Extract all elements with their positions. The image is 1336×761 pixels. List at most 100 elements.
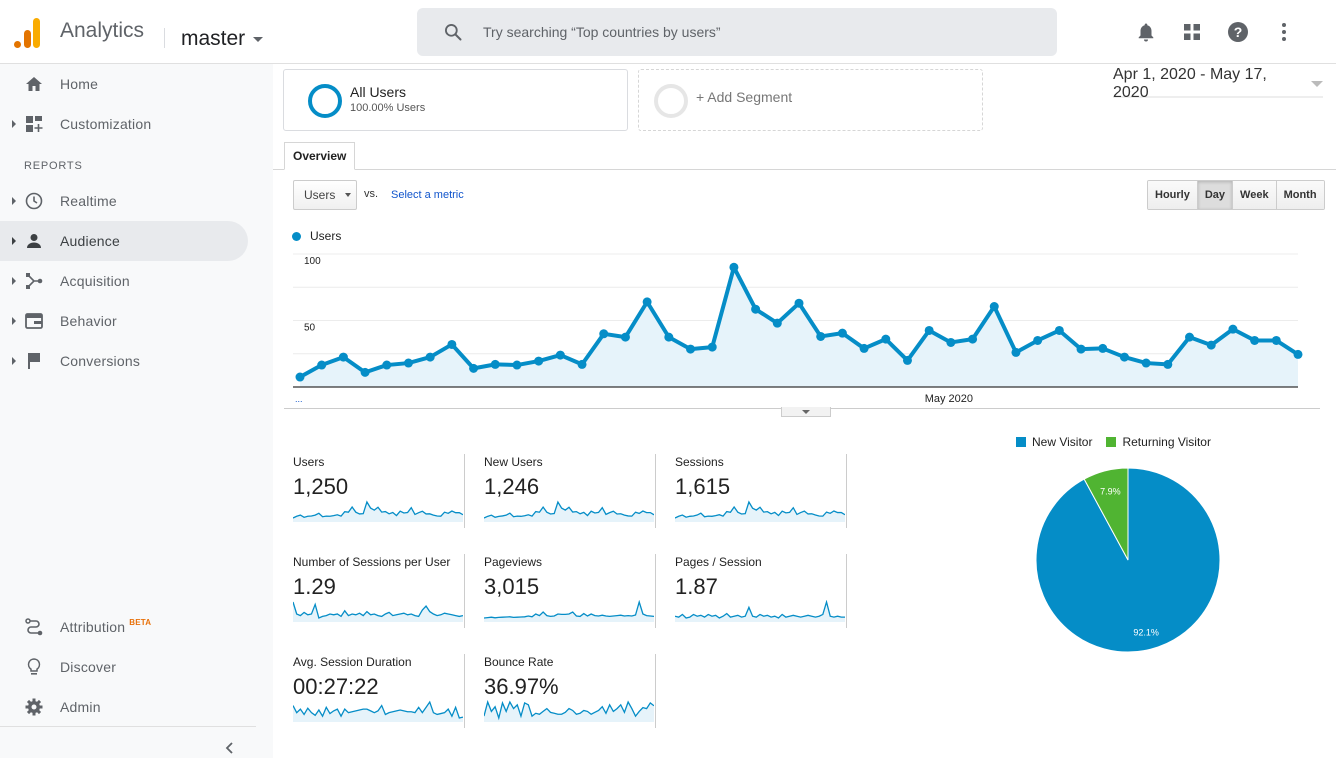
data-point[interactable] bbox=[1271, 335, 1281, 345]
metric-card[interactable]: Bounce Rate 36.97% bbox=[476, 650, 656, 728]
top-bar: Analytics master ? bbox=[0, 0, 1336, 64]
metric-value: 1,615 bbox=[675, 474, 731, 499]
sidebar-item-behavior[interactable]: Behavior bbox=[0, 301, 248, 341]
analytics-logo-icon[interactable] bbox=[14, 16, 42, 48]
sparkline-fill bbox=[484, 502, 654, 522]
sidebar-item-admin[interactable]: Admin bbox=[0, 687, 248, 727]
tab-overview[interactable]: Overview bbox=[284, 142, 356, 170]
app-title[interactable]: Analytics bbox=[60, 19, 144, 43]
data-point[interactable] bbox=[338, 352, 348, 362]
data-point[interactable] bbox=[837, 328, 847, 338]
data-point[interactable] bbox=[555, 350, 565, 360]
data-point[interactable] bbox=[881, 334, 891, 344]
legend-label: Returning Visitor bbox=[1122, 435, 1211, 449]
data-point[interactable] bbox=[859, 343, 869, 353]
data-point[interactable] bbox=[599, 329, 609, 339]
data-point[interactable] bbox=[1228, 324, 1238, 334]
data-point[interactable] bbox=[577, 359, 587, 369]
data-point[interactable] bbox=[1054, 325, 1064, 335]
data-point[interactable] bbox=[794, 298, 804, 308]
sidebar-item-conversions[interactable]: Conversions bbox=[0, 341, 248, 381]
sidebar-item-label: Discover bbox=[60, 659, 117, 675]
pie-slice-label: 92.1% bbox=[1133, 627, 1159, 637]
data-point[interactable] bbox=[707, 342, 717, 352]
data-point[interactable] bbox=[425, 352, 435, 362]
data-point[interactable] bbox=[1141, 358, 1151, 368]
data-point[interactable] bbox=[360, 367, 370, 377]
data-point[interactable] bbox=[1185, 332, 1195, 342]
granularity-day[interactable]: Day bbox=[1196, 181, 1233, 209]
metric-card[interactable]: Number of Sessions per User 1.29 bbox=[285, 550, 465, 628]
search-bar[interactable] bbox=[417, 8, 1057, 56]
data-point[interactable] bbox=[751, 304, 761, 314]
select-metric-link[interactable]: Select a metric bbox=[391, 189, 464, 201]
data-point[interactable] bbox=[1163, 359, 1173, 369]
data-point[interactable] bbox=[620, 332, 630, 342]
data-point[interactable] bbox=[946, 337, 956, 347]
data-point[interactable] bbox=[989, 302, 999, 312]
metric-card[interactable]: Sessions 1,615 bbox=[667, 450, 847, 528]
data-point[interactable] bbox=[1011, 347, 1021, 357]
add-segment-button[interactable]: + Add Segment bbox=[638, 69, 983, 131]
sparkline-fill bbox=[675, 602, 845, 622]
chart-collapse-toggle[interactable] bbox=[781, 407, 831, 417]
data-point[interactable] bbox=[469, 363, 479, 373]
apps-grid-icon[interactable] bbox=[1180, 20, 1204, 44]
data-point[interactable] bbox=[382, 360, 392, 370]
metric-value: 00:27:22 bbox=[293, 674, 379, 699]
segment-ring-icon bbox=[308, 84, 342, 118]
granularity-week[interactable]: Week bbox=[1232, 181, 1276, 209]
sidebar-item-discover[interactable]: Discover bbox=[0, 647, 248, 687]
data-point[interactable] bbox=[295, 372, 305, 382]
data-point[interactable] bbox=[664, 332, 674, 342]
metric-card[interactable]: Avg. Session Duration 00:27:22 bbox=[285, 650, 465, 728]
sidebar-item-label: Customization bbox=[60, 116, 152, 132]
metric-card[interactable]: Users 1,250 bbox=[285, 450, 465, 528]
data-point[interactable] bbox=[902, 355, 912, 365]
sidebar-item-home[interactable]: Home bbox=[0, 64, 248, 104]
metric-card[interactable]: Pages / Session 1.87 bbox=[667, 550, 847, 628]
data-point[interactable] bbox=[686, 344, 696, 354]
data-point[interactable] bbox=[512, 360, 522, 370]
data-point[interactable] bbox=[642, 297, 652, 307]
collapse-sidebar-chevron-left-icon[interactable] bbox=[222, 740, 238, 756]
granularity-hourly[interactable]: Hourly bbox=[1148, 181, 1197, 209]
data-point[interactable] bbox=[729, 262, 739, 272]
data-point[interactable] bbox=[1098, 343, 1108, 353]
search-input[interactable] bbox=[483, 24, 1003, 40]
data-point[interactable] bbox=[403, 358, 413, 368]
data-point[interactable] bbox=[1250, 335, 1260, 345]
data-point[interactable] bbox=[1119, 352, 1129, 362]
metric-select[interactable]: Users bbox=[293, 180, 357, 210]
data-point[interactable] bbox=[1206, 340, 1216, 350]
data-point[interactable] bbox=[490, 359, 500, 369]
account-selector[interactable]: master bbox=[181, 27, 264, 51]
data-point[interactable] bbox=[772, 318, 782, 328]
sidebar-item-attribution[interactable]: Attribution BETA bbox=[0, 607, 248, 647]
data-point[interactable] bbox=[924, 325, 934, 335]
data-point[interactable] bbox=[317, 360, 327, 370]
granularity-month[interactable]: Month bbox=[1275, 181, 1324, 209]
bell-icon[interactable] bbox=[1134, 20, 1158, 44]
data-point[interactable] bbox=[1076, 344, 1086, 354]
metric-card[interactable]: Pageviews 3,015 bbox=[476, 550, 656, 628]
data-point[interactable] bbox=[447, 339, 457, 349]
data-point[interactable] bbox=[1293, 349, 1303, 359]
metric-card[interactable]: New Users 1,246 bbox=[476, 450, 656, 528]
metric-select-value: Users bbox=[304, 188, 336, 202]
sparkline bbox=[484, 500, 654, 522]
date-range-picker[interactable]: Apr 1, 2020 - May 17, 2020 bbox=[1113, 66, 1323, 101]
more-vert-icon[interactable] bbox=[1272, 20, 1296, 44]
data-point[interactable] bbox=[968, 334, 978, 344]
sidebar-item-acquisition[interactable]: Acquisition bbox=[0, 261, 248, 301]
help-icon[interactable]: ? bbox=[1226, 20, 1250, 44]
data-point[interactable] bbox=[816, 331, 826, 341]
pie-legend-returning-visitor[interactable]: Returning Visitor bbox=[1106, 435, 1211, 449]
sidebar-item-realtime[interactable]: Realtime bbox=[0, 181, 248, 221]
pie-legend-new-visitor[interactable]: New Visitor bbox=[1016, 435, 1092, 449]
data-point[interactable] bbox=[1033, 335, 1043, 345]
sidebar-item-customization[interactable]: Customization bbox=[0, 104, 248, 144]
data-point[interactable] bbox=[534, 356, 544, 366]
segment-all-users[interactable]: All Users 100.00% Users bbox=[283, 69, 628, 131]
sidebar-item-audience[interactable]: Audience bbox=[0, 221, 248, 261]
